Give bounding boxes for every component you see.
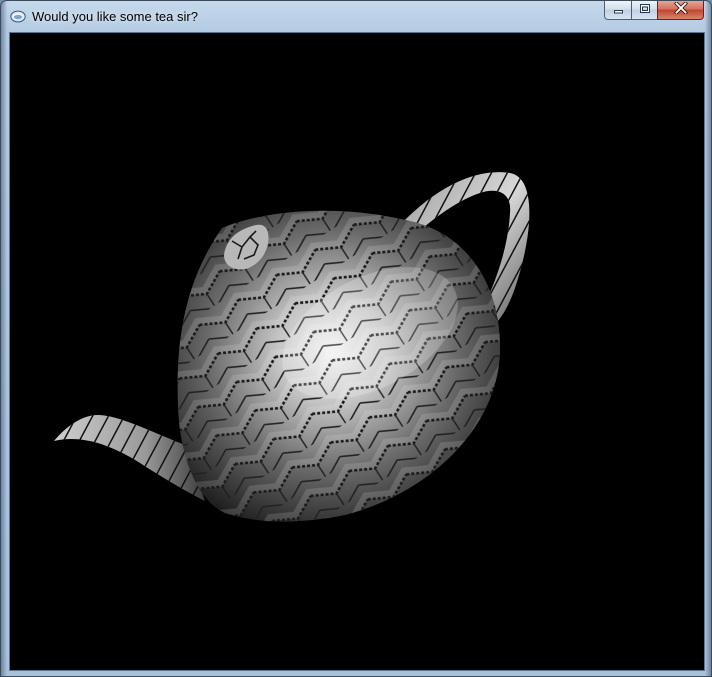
teapot-render (54, 172, 530, 522)
title-bar[interactable]: Would you like some tea sir? (1, 1, 711, 32)
maximize-icon (639, 1, 651, 19)
close-icon (673, 1, 688, 19)
render-viewport[interactable] (9, 32, 705, 671)
minimize-button[interactable] (604, 1, 631, 20)
close-button[interactable] (657, 1, 704, 20)
app-window: Would you like some tea sir? (0, 0, 712, 677)
maximize-button[interactable] (631, 1, 657, 20)
window-title: Would you like some tea sir? (32, 9, 198, 24)
caption-buttons (604, 1, 704, 21)
app-icon[interactable] (10, 10, 26, 23)
minimize-icon (613, 1, 624, 19)
